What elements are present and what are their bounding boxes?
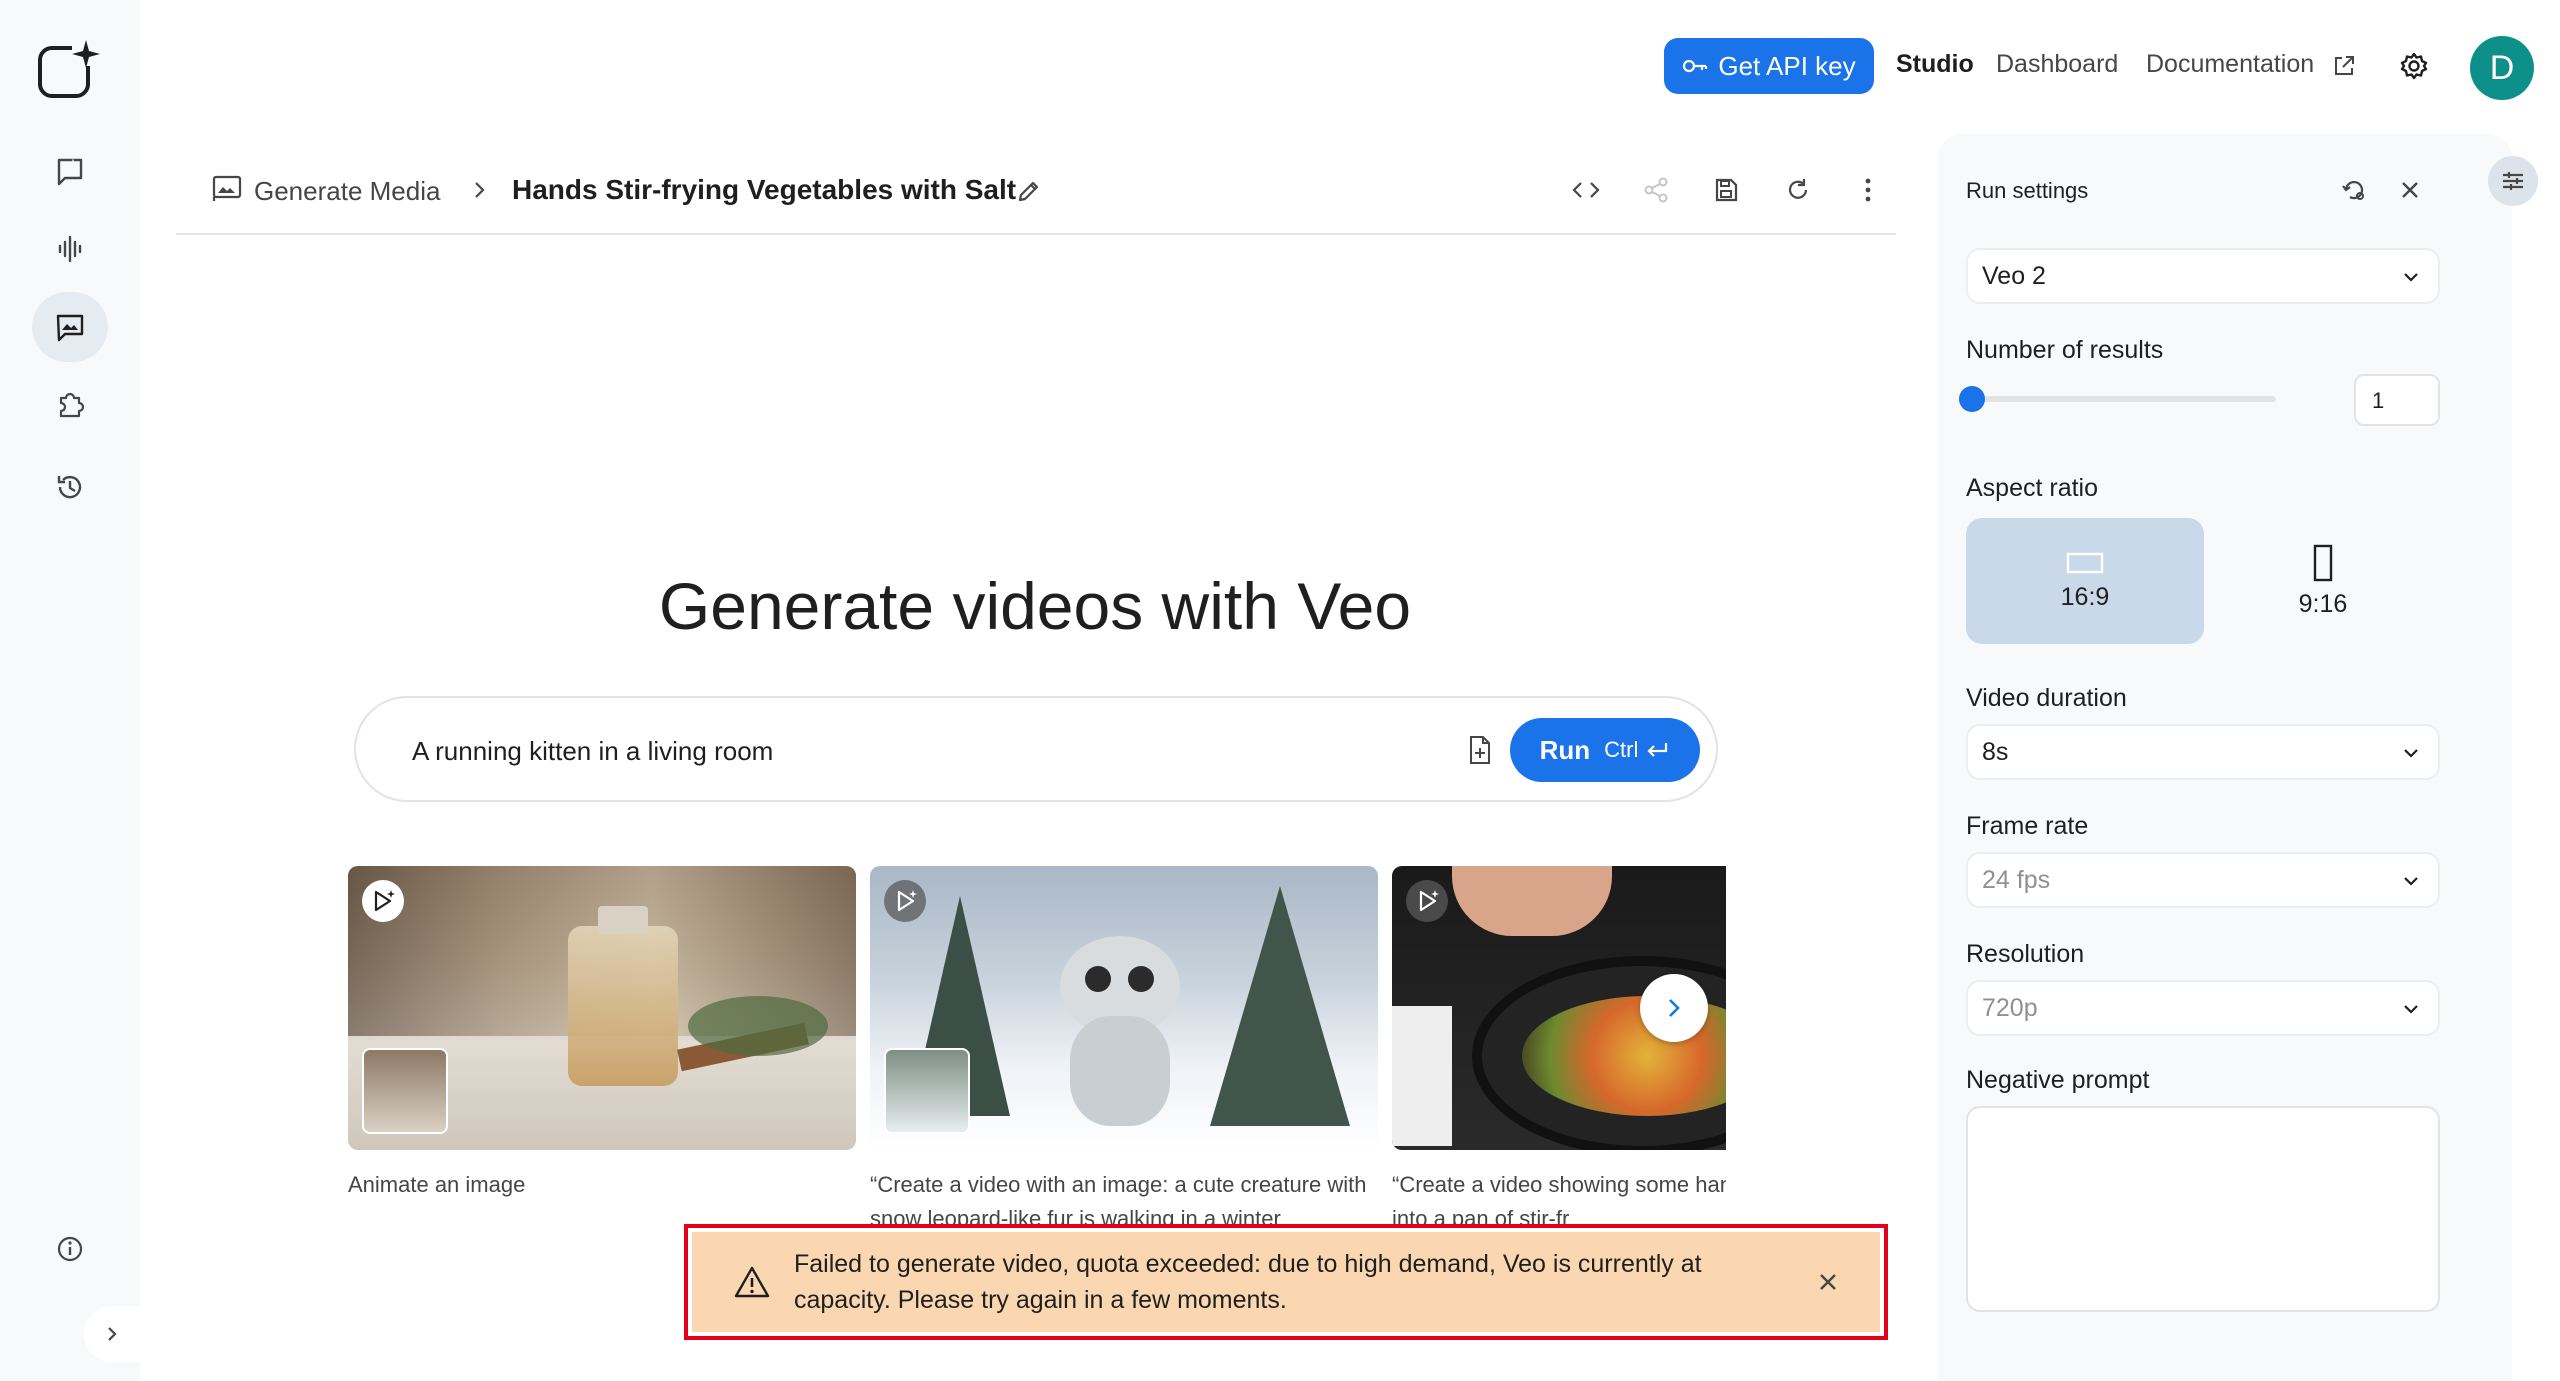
portrait-icon (2313, 544, 2333, 581)
chat-icon[interactable] (32, 136, 108, 206)
example-card[interactable]: “Create a video with an image: a cute cr… (870, 866, 1378, 1226)
edit-pencil-icon[interactable] (1014, 176, 1044, 206)
get-api-key-button[interactable]: Get API key (1664, 38, 1874, 94)
info-icon[interactable] (32, 1214, 108, 1284)
more-options-icon[interactable] (1852, 174, 1884, 206)
tune-icon (2503, 172, 2523, 190)
prompt-input-box[interactable]: A running kitten in a living room Run Ct… (354, 696, 1718, 802)
aspect-option-label: 9:16 (2298, 589, 2348, 618)
duration-label: Video duration (1966, 684, 2127, 712)
frame-rate-select[interactable]: 24 fps (1966, 852, 2440, 908)
header-divider (176, 233, 1896, 235)
settings-gear-icon[interactable] (2398, 50, 2430, 82)
get-api-key-label: Get API key (1718, 50, 1856, 81)
warning-icon (734, 1266, 770, 1298)
examples-carousel: Animate an image “Create a video with an… (348, 866, 1726, 1226)
error-toast: Failed to generate video, quota exceeded… (692, 1232, 1880, 1332)
history-icon[interactable] (32, 452, 108, 522)
example-card[interactable]: Animate an image (348, 866, 856, 1202)
documentation-link[interactable]: Documentation (2146, 50, 2314, 79)
hero-title: Generate videos with Veo (658, 569, 1412, 643)
settings-panel-toggle[interactable] (2488, 156, 2538, 206)
dashboard-link[interactable]: Dashboard (1996, 50, 2118, 79)
landscape-icon (2066, 552, 2104, 573)
resolution-label: Resolution (1966, 940, 2085, 968)
model-select[interactable]: Veo 2 (1966, 248, 2440, 304)
media-icon[interactable] (32, 292, 108, 362)
close-panel-icon[interactable] (2394, 174, 2426, 206)
share-icon[interactable] (1640, 174, 1672, 206)
chevron-down-icon (2404, 877, 2418, 886)
breadcrumb-chevron-icon (475, 182, 485, 198)
run-settings-panel: Run settings Veo 2 Number of results 1 A… (1938, 134, 2512, 1381)
duration-value: 8s (1982, 737, 2009, 766)
puzzle-icon[interactable] (32, 370, 108, 440)
card-source-image (362, 1048, 448, 1134)
code-icon[interactable] (1570, 174, 1602, 206)
model-value: Veo 2 (1982, 261, 2046, 290)
chevron-right-icon (1669, 999, 1680, 1017)
aspect-option-9-16[interactable]: 9:16 (2204, 518, 2442, 644)
resolution-select[interactable]: 720p (1966, 980, 2440, 1036)
enter-key-icon (1647, 743, 1668, 757)
avatar-letter: D (2489, 48, 2515, 87)
num-results-input[interactable]: 1 (2354, 374, 2440, 426)
external-link-icon[interactable] (2332, 54, 2356, 78)
page-title: Hands Stir-frying Vegetables with Salt (512, 174, 1017, 205)
chevron-down-icon (2404, 1005, 2418, 1014)
error-message: Failed to generate video, quota exceeded… (794, 1250, 1702, 1314)
negative-prompt-input[interactable] (1966, 1106, 2440, 1312)
save-icon[interactable] (1710, 174, 1742, 206)
prompt-input[interactable]: A running kitten in a living room (412, 736, 773, 767)
card-source-image (884, 1048, 970, 1134)
chevron-right-icon (108, 1327, 117, 1341)
refresh-icon[interactable] (1782, 174, 1814, 206)
expand-nav-button[interactable] (84, 1306, 140, 1362)
aspect-option-label: 16:9 (2060, 582, 2110, 611)
user-avatar[interactable]: D (2470, 36, 2534, 100)
card-caption: “Create a video showing some hands sprin… (1392, 1172, 1726, 1226)
play-icon (884, 880, 926, 922)
studio-logo-icon[interactable] (36, 36, 102, 102)
card-caption: “Create a video with an image: a cute cr… (870, 1172, 1367, 1226)
example-card[interactable]: “Create a video showing some hands sprin… (1392, 866, 1726, 1226)
chevron-down-icon (2404, 749, 2418, 758)
card-caption: Animate an image (348, 1172, 526, 1197)
duration-select[interactable]: 8s (1966, 724, 2440, 780)
left-nav-rail (0, 0, 140, 1381)
carousel-next-button[interactable] (1640, 974, 1708, 1042)
run-button[interactable]: Run Ctrl (1510, 718, 1700, 782)
num-results-label: Number of results (1966, 336, 2164, 364)
run-shortcut: Ctrl (1604, 737, 1639, 762)
audio-wave-icon[interactable] (32, 214, 108, 284)
run-label: Run (1539, 734, 1591, 765)
close-toast-icon[interactable] (1812, 1266, 1844, 1298)
frame-rate-label: Frame rate (1966, 812, 2089, 840)
num-results-slider-track[interactable] (1972, 396, 2276, 402)
run-settings-title: Run settings (1966, 178, 2089, 203)
aspect-option-16-9[interactable]: 16:9 (1966, 518, 2204, 644)
resolution-value: 720p (1982, 993, 2038, 1022)
breadcrumb-generate-media[interactable]: Generate Media (254, 176, 440, 207)
key-icon (1683, 59, 1708, 73)
card-thumbnail-snow-leopard (870, 866, 1378, 1150)
play-icon (1406, 880, 1448, 922)
reset-settings-icon[interactable] (2338, 174, 2370, 206)
frame-rate-value: 24 fps (1982, 865, 2051, 894)
media-breadcrumb-icon (212, 175, 242, 201)
num-results-slider-thumb[interactable] (1959, 386, 1985, 412)
error-highlight-frame: Failed to generate video, quota exceeded… (684, 1224, 1888, 1340)
studio-link[interactable]: Studio (1896, 50, 1974, 79)
animate-play-icon (362, 880, 404, 922)
aspect-ratio-label: Aspect ratio (1966, 474, 2099, 502)
add-file-icon[interactable] (1466, 734, 1494, 766)
negative-prompt-label: Negative prompt (1966, 1066, 2150, 1094)
chevron-down-icon (2404, 273, 2418, 282)
card-thumbnail-perfume (348, 866, 856, 1150)
